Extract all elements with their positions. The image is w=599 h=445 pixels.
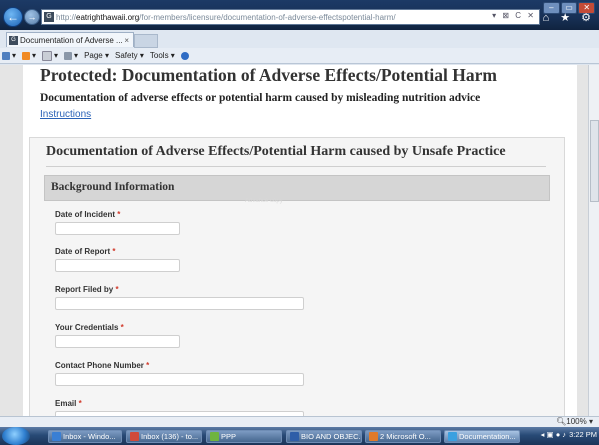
mail-icon[interactable]: ▾ bbox=[42, 50, 58, 61]
home-favorites-tools-icons[interactable]: ⌂ ★ ⚙ bbox=[543, 11, 595, 24]
app-icon bbox=[369, 432, 378, 441]
start-button[interactable] bbox=[2, 427, 30, 445]
date-of-incident-label: Date of Incident * bbox=[55, 210, 121, 219]
tray-icons[interactable]: ◂ ▣ ● ♪ bbox=[541, 430, 566, 439]
email-label: Email * bbox=[55, 399, 82, 408]
forward-button[interactable]: → bbox=[24, 9, 40, 25]
app-icon bbox=[210, 432, 219, 441]
page-title: Protected: Documentation of Adverse Effe… bbox=[40, 65, 497, 85]
feeds-icon[interactable]: ▾ bbox=[22, 51, 36, 60]
contact-phone-field[interactable] bbox=[55, 373, 304, 386]
your-credentials-field[interactable] bbox=[55, 335, 180, 348]
address-tools-icons[interactable]: ▾ ⊠ C ✕ bbox=[492, 11, 536, 20]
system-tray: ◂ ▣ ● ♪ 3:22 PM bbox=[541, 430, 597, 439]
taskbar-item[interactable]: Inbox (136) - to... bbox=[126, 430, 202, 443]
app-icon bbox=[290, 432, 299, 441]
safety-menu[interactable]: Safety ▾ bbox=[115, 51, 144, 60]
report-filed-by-field[interactable] bbox=[55, 297, 304, 310]
command-bar: ▾ ▾ ▾ ▾ Page ▾ Safety ▾ Tools ▾ bbox=[0, 48, 599, 64]
section-header: Background Information bbox=[44, 175, 550, 201]
date-of-report-label: Date of Report * bbox=[55, 247, 116, 256]
page-subtitle: Documentation of adverse effects or pote… bbox=[40, 92, 481, 104]
page-viewport: Protected: Documentation of Adverse Effe… bbox=[0, 65, 588, 416]
taskbar-item[interactable]: PPP bbox=[206, 430, 282, 443]
vertical-scrollbar[interactable] bbox=[588, 65, 599, 416]
tab-title: Documentation of Adverse ... bbox=[20, 35, 123, 45]
taskbar-item[interactable]: BIO AND OBJEC... bbox=[286, 430, 362, 443]
contact-phone-label: Contact Phone Number * bbox=[55, 361, 150, 370]
app-icon bbox=[130, 432, 139, 441]
page-menu[interactable]: Page ▾ bbox=[84, 51, 109, 60]
tab-close-icon[interactable]: × bbox=[124, 36, 129, 45]
url-host: eatrighthawaii.org bbox=[76, 12, 140, 22]
back-button[interactable]: ← bbox=[3, 7, 23, 27]
app-icon bbox=[448, 432, 457, 441]
form-title: Documentation of Adverse Effects/Potenti… bbox=[46, 144, 546, 167]
taskbar-item[interactable]: Inbox - Windo... bbox=[48, 430, 122, 443]
date-of-report-field[interactable] bbox=[55, 259, 180, 272]
watermark-text: Advance copy bbox=[245, 198, 283, 204]
date-of-incident-field[interactable] bbox=[55, 222, 180, 235]
app-icon bbox=[52, 432, 61, 441]
clock[interactable]: 3:22 PM bbox=[569, 430, 597, 439]
tab-favicon-icon: G bbox=[9, 35, 18, 45]
section-title: Background Information bbox=[51, 181, 175, 193]
new-tab-button[interactable] bbox=[134, 34, 158, 48]
home-cmd-icon[interactable]: ▾ bbox=[2, 51, 16, 60]
page-sheet: Protected: Documentation of Adverse Effe… bbox=[23, 65, 577, 416]
url-path: /for-members/licensure/documentation-of-… bbox=[139, 12, 396, 22]
help-icon[interactable] bbox=[180, 51, 189, 60]
tools-menu[interactable]: Tools ▾ bbox=[150, 51, 175, 60]
report-filed-by-label: Report Filed by * bbox=[55, 285, 119, 294]
taskbar-item-active[interactable]: Documentation... bbox=[444, 430, 520, 443]
taskbar-item[interactable]: 2 Microsoft O... bbox=[365, 430, 441, 443]
print-icon[interactable]: ▾ bbox=[64, 51, 78, 60]
site-favicon-icon: G bbox=[44, 12, 54, 22]
url-prefix: http:// bbox=[56, 12, 77, 22]
instructions-link[interactable]: Instructions bbox=[40, 109, 91, 120]
address-bar[interactable]: G http:// eatrighthawaii.org /for-member… bbox=[41, 9, 540, 25]
zoom-level[interactable]: 🔍︎100% ▾ bbox=[556, 417, 593, 426]
tab-documentation[interactable]: G Documentation of Adverse ... × bbox=[6, 32, 134, 47]
scrollbar-thumb[interactable] bbox=[590, 120, 599, 202]
zoom-icon: 🔍︎ bbox=[556, 417, 567, 426]
your-credentials-label: Your Credentials * bbox=[55, 323, 124, 332]
